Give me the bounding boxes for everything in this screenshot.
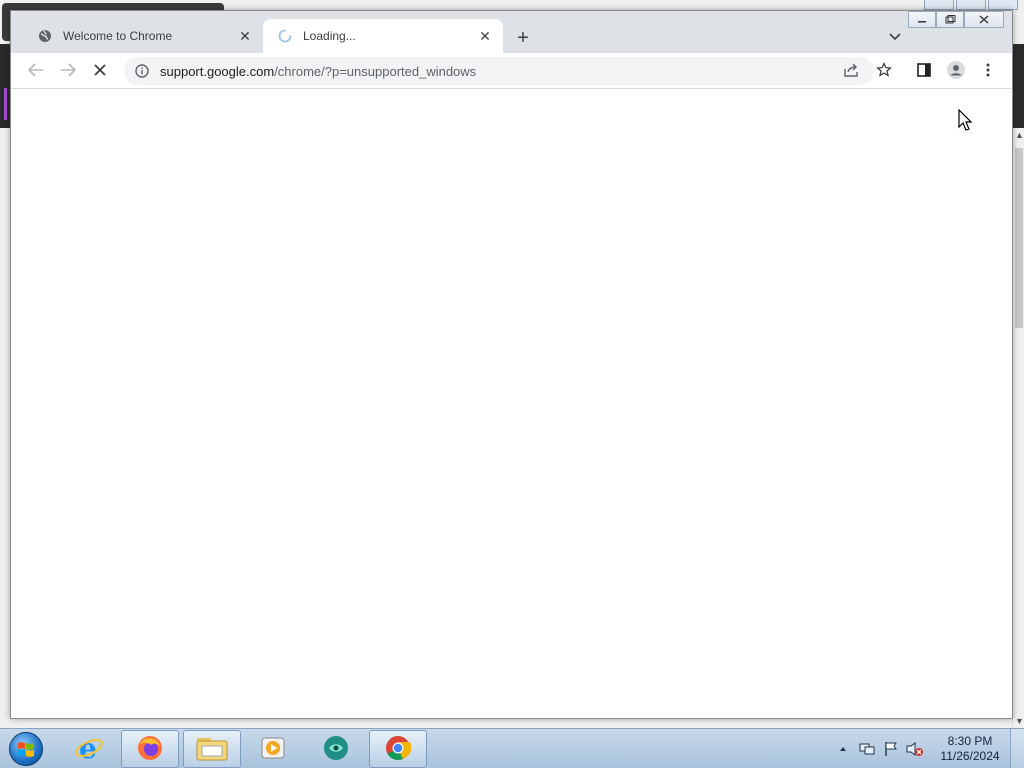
page-content[interactable] (11, 90, 1012, 718)
firefox-icon (136, 734, 164, 765)
tab-strip: Welcome to Chrome ✕ Loading... ✕ + (11, 11, 1012, 53)
volume-muted-icon[interactable] (906, 740, 924, 758)
windows-logo-icon (9, 732, 43, 766)
url-host: support.google.com (160, 63, 275, 79)
media-icon (260, 735, 286, 764)
site-info-icon[interactable] (134, 63, 150, 79)
mouse-cursor-icon (958, 108, 973, 134)
chrome-window: Welcome to Chrome ✕ Loading... ✕ + suppo… (10, 10, 1013, 719)
scroll-up-arrow-icon[interactable]: ▲ (1015, 130, 1024, 140)
browser-toolbar: support.google.com/chrome/?p=unsupported… (11, 53, 1012, 89)
start-button[interactable] (4, 729, 48, 768)
system-tray: 8:30 PM 11/26/2024 (834, 729, 1024, 768)
stop-loading-button[interactable] (88, 59, 112, 83)
share-button[interactable] (840, 59, 864, 83)
clock-date: 11/26/2024 (940, 749, 1000, 763)
window-controls (908, 11, 1004, 28)
profile-button[interactable] (944, 59, 968, 83)
folder-icon (196, 735, 228, 764)
close-window-button[interactable] (964, 11, 1004, 28)
scroll-down-arrow-icon[interactable]: ▼ (1015, 716, 1024, 726)
taskbar-internet-explorer[interactable]: e (60, 730, 118, 768)
taskbar-file-explorer[interactable] (183, 730, 241, 768)
menu-button[interactable] (976, 59, 1000, 83)
system-clock[interactable]: 8:30 PM 11/26/2024 (930, 734, 1010, 764)
ie-icon: e (74, 732, 104, 766)
close-tab-icon[interactable]: ✕ (477, 28, 493, 44)
show-desktop-button[interactable] (1010, 729, 1024, 768)
stop-x-icon (93, 63, 107, 80)
tab-welcome-to-chrome[interactable]: Welcome to Chrome ✕ (23, 19, 263, 53)
chrome-icon (384, 734, 412, 765)
background-window-controls (924, 0, 1018, 10)
new-tab-button[interactable]: + (511, 26, 535, 50)
action-center-flag-icon[interactable] (882, 740, 900, 758)
svg-text:e: e (79, 733, 97, 763)
background-scrollbar[interactable]: ▲ ▼ (1012, 128, 1024, 728)
clock-time: 8:30 PM (947, 734, 993, 748)
tab-loading[interactable]: Loading... ✕ (263, 19, 503, 53)
back-arrow-icon (27, 62, 44, 80)
scrollbar-thumb[interactable] (1015, 148, 1023, 328)
taskbar-chrome[interactable] (369, 730, 427, 768)
side-panel-icon (917, 62, 931, 80)
show-hidden-icons-arrow-icon[interactable] (834, 740, 852, 758)
side-panel-button[interactable] (912, 59, 936, 83)
globe-icon (37, 28, 53, 44)
star-icon (876, 61, 892, 81)
share-icon (844, 63, 860, 80)
restore-button[interactable] (936, 11, 964, 28)
avatar-icon (947, 60, 965, 82)
spinner-icon (277, 28, 293, 44)
taskbar-teal-app[interactable] (307, 730, 365, 768)
tab-title: Welcome to Chrome (63, 29, 173, 43)
address-bar[interactable]: support.google.com/chrome/?p=unsupported… (124, 57, 874, 85)
taskbar-firefox[interactable] (121, 730, 179, 768)
taskbar: e 8:30 PM 11/26/2024 (0, 728, 1024, 768)
teal-app-icon (321, 734, 351, 765)
close-tab-icon[interactable]: ✕ (237, 28, 253, 44)
forward-button[interactable] (56, 59, 80, 83)
back-button[interactable] (24, 59, 48, 83)
taskbar-media-player[interactable] (244, 730, 302, 768)
bookmark-button[interactable] (872, 59, 896, 83)
url-text[interactable]: support.google.com/chrome/?p=unsupported… (160, 64, 476, 79)
tab-search-chevron-icon[interactable] (885, 27, 905, 47)
minimize-button[interactable] (908, 11, 936, 28)
background-accent (4, 88, 7, 120)
network-icon[interactable] (858, 740, 876, 758)
forward-arrow-icon (60, 62, 77, 80)
kebab-menu-icon (986, 63, 990, 80)
tab-title: Loading... (303, 29, 356, 43)
url-path: /chrome/?p=unsupported_windows (274, 63, 477, 79)
